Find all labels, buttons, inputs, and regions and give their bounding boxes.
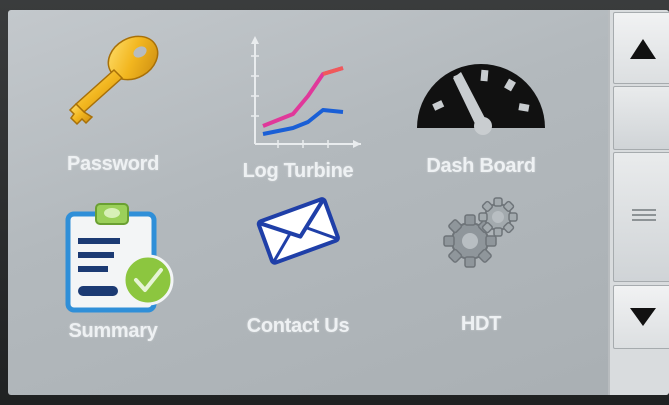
- password-label: Password: [66, 153, 160, 175]
- hmi-screen: Password Log Turbine Dash Board Summary …: [8, 10, 669, 395]
- contact-us-label: Contact Us: [246, 315, 350, 337]
- scroll-up-button[interactable]: [613, 12, 669, 84]
- dash-board-label: Dash Board: [426, 155, 536, 177]
- dash-board-tile[interactable]: Dash Board: [391, 20, 571, 190]
- line-chart-icon: [233, 36, 363, 161]
- contact-us-tile[interactable]: Contact Us: [208, 195, 388, 365]
- scroll-track-upper[interactable]: [613, 86, 669, 150]
- password-tile[interactable]: Password: [23, 20, 203, 190]
- summary-label: Summary: [68, 320, 158, 342]
- clipboard-check-icon: [48, 200, 178, 320]
- gauge-icon: [411, 40, 551, 145]
- summary-tile[interactable]: Summary: [23, 195, 203, 365]
- scroll-down-button[interactable]: [613, 285, 669, 349]
- key-icon: [58, 30, 168, 135]
- hdt-tile[interactable]: HDT: [391, 195, 571, 365]
- gears-icon: [436, 193, 526, 278]
- scroll-thumb[interactable]: [613, 152, 669, 282]
- vertical-scrollbar[interactable]: [608, 10, 669, 395]
- log-turbine-label: Log Turbine: [242, 160, 354, 182]
- triangle-up-icon: [630, 39, 656, 59]
- triangle-down-icon: [630, 308, 656, 326]
- log-turbine-tile[interactable]: Log Turbine: [208, 20, 388, 190]
- hdt-label: HDT: [460, 313, 502, 335]
- envelope-icon: [253, 195, 343, 270]
